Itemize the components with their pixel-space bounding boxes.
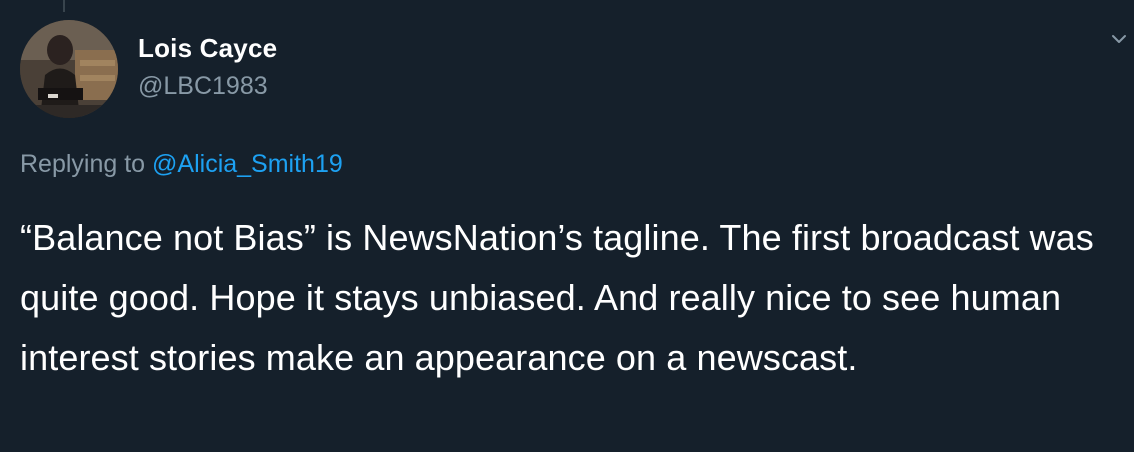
mention-link[interactable]: @Alicia_Smith19 xyxy=(152,150,343,178)
replying-to-label: Replying to xyxy=(20,150,153,178)
avatar[interactable] xyxy=(20,20,118,118)
chevron-down-icon[interactable] xyxy=(1110,30,1128,48)
avatar-photo xyxy=(20,20,118,118)
user-handle[interactable]: @LBC1983 xyxy=(138,72,268,101)
replying-to: Replying to @Alicia_Smith19 xyxy=(20,150,343,179)
display-name[interactable]: Lois Cayce xyxy=(138,33,277,64)
tweet-text: “Balance not Bias” is NewsNation’s tagli… xyxy=(20,217,1094,378)
tweet[interactable]: Lois Cayce @LBC1983 Replying to @Alicia_… xyxy=(0,0,1134,452)
